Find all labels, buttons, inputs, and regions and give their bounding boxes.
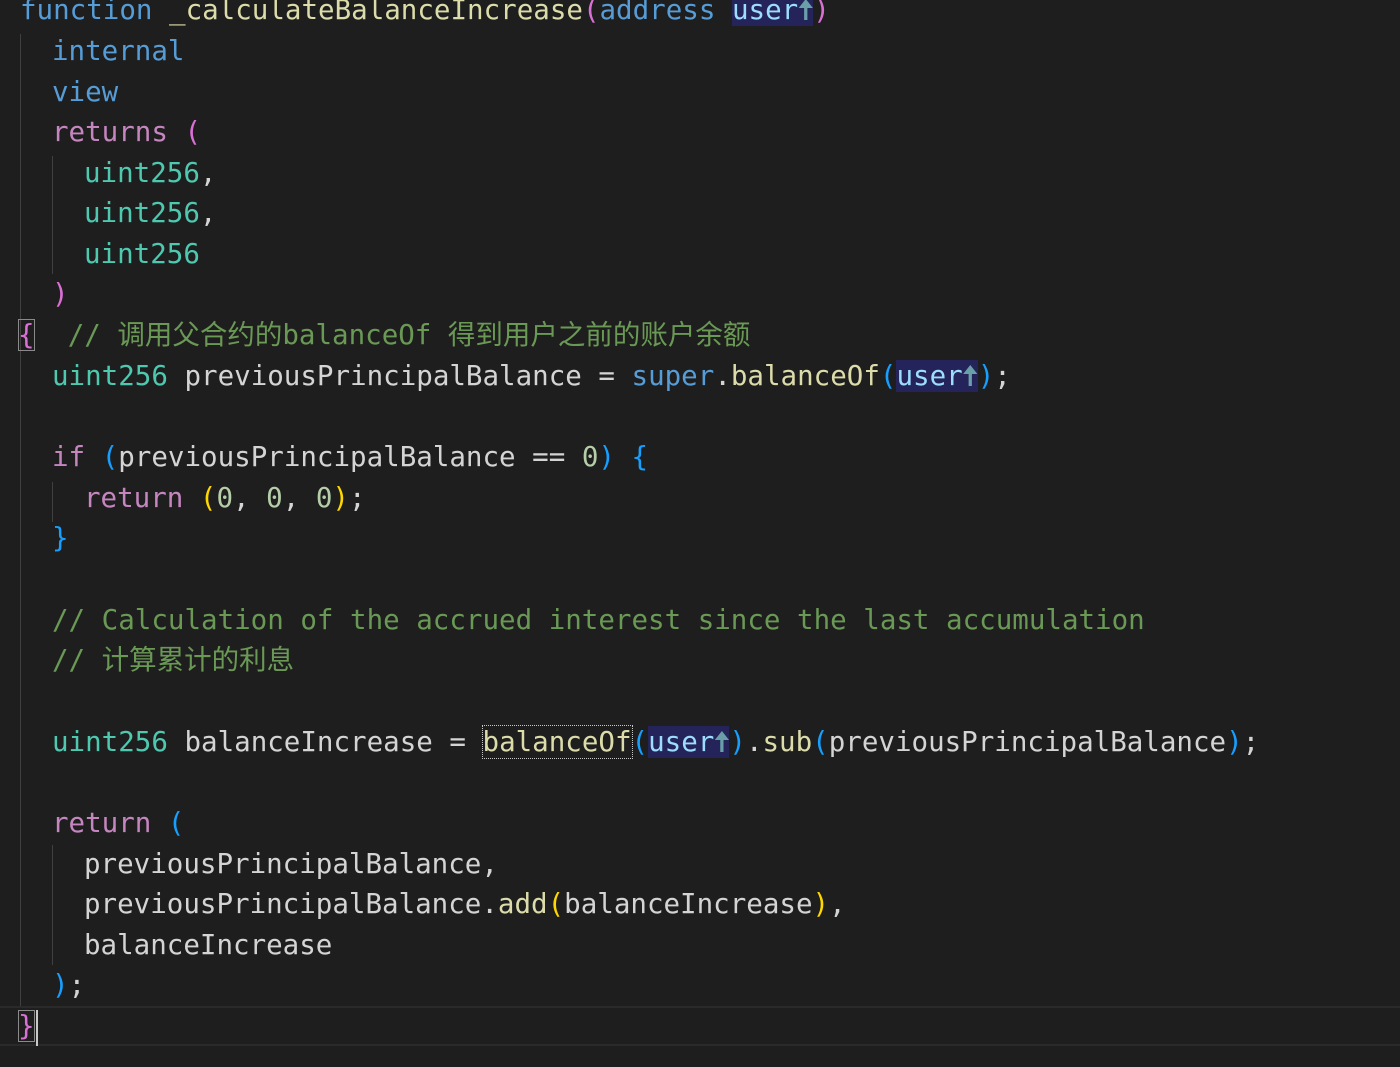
number: 0 [581,441,599,473]
brace: { [18,319,35,351]
code-line-10[interactable]: uint256 previousPrincipalBalance = super… [52,356,1011,397]
paren: ( [582,0,600,26]
paren: ) [1226,726,1243,758]
code-line-13[interactable]: return (0, 0, 0); [84,478,366,519]
indent-guide [52,845,53,965]
type: uint256 [84,197,200,229]
number: 0 [216,482,234,514]
number: 0 [315,482,333,514]
brace: } [18,1010,35,1042]
variable: previousPrincipalBalance [184,360,582,392]
variable: previousPrincipalBalance [84,888,482,920]
variable: balanceIncrease [184,726,433,758]
keyword: returns [52,116,168,148]
text-cursor [36,1010,38,1046]
keyword: function [20,0,153,26]
param-user: user🠅 [896,360,978,392]
comment: // 调用父合约的balanceOf 得到用户之前的账户余额 [67,319,751,351]
param-user: user🠅 [648,726,730,758]
variable: previousPrincipalBalance [828,726,1227,758]
paren: ) [813,0,830,26]
indent-guide [20,34,21,1006]
function-call-focused: balanceOf [481,725,633,759]
number: 0 [266,482,283,514]
code-line-6[interactable]: uint256, [84,193,216,234]
type: uint256 [52,360,168,392]
paren: ) [52,969,69,1001]
brace: { [631,441,649,473]
function-name: _calculateBalanceIncrease [169,0,583,26]
code-editor[interactable]: function _calculateBalanceIncrease(addre… [0,0,1400,1067]
type: uint256 [84,157,200,189]
paren: ( [631,726,649,758]
code-line-21[interactable]: return ( [52,803,184,844]
comment: // Calculation of the accrued interest s… [52,604,1145,636]
code-line-5[interactable]: uint256, [84,153,216,194]
keyword: internal [52,35,185,67]
paren: ( [547,888,565,920]
paren: ( [184,116,202,148]
paren: ( [101,441,119,473]
code-line-12[interactable]: if (previousPrincipalBalance == 0) { [52,437,648,478]
paren: ( [879,360,897,392]
code-line-9[interactable]: { // 调用父合约的balanceOf 得到用户之前的账户余额 [18,315,750,356]
keyword: return [52,807,152,839]
param-type: address [599,0,716,26]
indent-guide [52,482,53,522]
function-call: balanceOf [730,360,880,392]
code-line-2[interactable]: internal [52,31,184,72]
paren: ) [332,482,349,514]
code-line-1[interactable]: function _calculateBalanceIncrease(addre… [20,0,830,31]
variable: previousPrincipalBalance [84,848,482,880]
function-call: sub [762,726,813,758]
keyword: view [52,76,119,108]
code-line-7[interactable]: uint256 [84,234,200,275]
paren: ) [729,726,746,758]
code-line-3[interactable]: view [52,72,118,113]
keyword: super [631,360,715,392]
code-line-14[interactable]: } [52,518,69,559]
code-line-17[interactable]: // 计算累计的利息 [52,640,294,681]
function-call: add [497,888,548,920]
up-arrow-icon: 🠅 [714,726,730,758]
code-line-8[interactable]: ) [52,274,69,315]
code-line-26[interactable]: } [18,1006,35,1047]
variable: previousPrincipalBalance [118,441,516,473]
paren: ( [199,482,217,514]
code-line-24[interactable]: balanceIncrease [84,925,332,966]
code-line-19[interactable]: uint256 balanceIncrease = balanceOf(user… [52,722,1259,763]
paren: ) [977,360,995,392]
paren: ) [52,278,69,310]
up-arrow-icon: 🠅 [962,360,978,392]
param-user: user🠅 [731,0,814,26]
keyword: if [52,441,86,473]
keyword: return [84,482,184,514]
indent-guide [52,156,53,274]
variable: balanceIncrease [564,888,813,920]
paren: ( [167,807,185,839]
paren: ) [812,888,830,920]
brace: } [52,522,69,554]
current-line-highlight [0,1006,1400,1046]
type: uint256 [84,238,200,270]
code-line-16[interactable]: // Calculation of the accrued interest s… [52,600,1145,641]
paren: ( [812,726,829,758]
code-line-23[interactable]: previousPrincipalBalance.add(balanceIncr… [84,884,846,925]
variable: balanceIncrease [84,929,333,961]
comment: // 计算累计的利息 [52,644,295,676]
code-line-22[interactable]: previousPrincipalBalance, [84,844,498,885]
up-arrow-icon: 🠅 [798,0,814,26]
type: uint256 [52,726,168,758]
code-line-25[interactable]: ); [52,965,85,1006]
code-line-4[interactable]: returns ( [52,112,201,153]
paren: ) [598,441,615,473]
